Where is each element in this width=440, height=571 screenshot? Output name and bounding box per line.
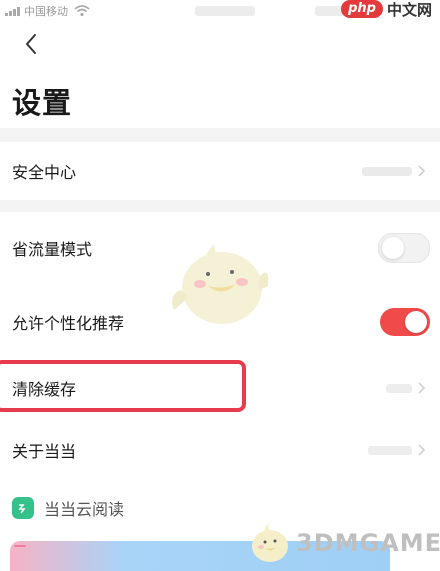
cloud-reading-icon bbox=[12, 497, 34, 519]
personalized-recommendation-label: 允许个性化推荐 bbox=[12, 314, 125, 333]
about-label: 关于当当 bbox=[12, 442, 77, 461]
chevron-right-icon bbox=[418, 165, 426, 177]
back-icon[interactable] bbox=[20, 30, 44, 58]
page-title: 设置 bbox=[12, 86, 73, 120]
security-center-label: 安全中心 bbox=[12, 163, 77, 182]
php-watermark: php 中文网 bbox=[341, 0, 432, 19]
section-divider bbox=[0, 128, 440, 142]
time-placeholder bbox=[195, 6, 255, 16]
signal-icon bbox=[5, 6, 20, 16]
security-center-row[interactable]: 安全中心 bbox=[0, 142, 440, 200]
version-placeholder bbox=[368, 445, 412, 455]
highlight-box bbox=[0, 360, 246, 412]
cloud-reading-row[interactable]: 当当云阅读 bbox=[12, 496, 124, 520]
data-saver-toggle[interactable] bbox=[378, 233, 430, 263]
chevron-right-icon bbox=[418, 382, 426, 394]
carrier-name: 中国移动 bbox=[24, 5, 68, 18]
section-divider bbox=[0, 200, 440, 212]
cache-size-placeholder bbox=[386, 383, 412, 393]
chevron-right-icon bbox=[418, 444, 426, 456]
mascot-watermark-icon bbox=[172, 244, 269, 324]
data-saver-label: 省流量模式 bbox=[12, 240, 93, 259]
about-row[interactable]: 关于当当 bbox=[0, 422, 440, 478]
security-status-placeholder bbox=[362, 166, 412, 176]
mascot-small-icon bbox=[252, 523, 288, 562]
banner-tag bbox=[14, 545, 26, 547]
3dm-watermark: 3DMGAME bbox=[246, 520, 440, 566]
personalized-recommendation-toggle[interactable] bbox=[380, 308, 430, 336]
wifi-icon bbox=[74, 5, 90, 17]
cloud-reading-label: 当当云阅读 bbox=[44, 500, 125, 519]
